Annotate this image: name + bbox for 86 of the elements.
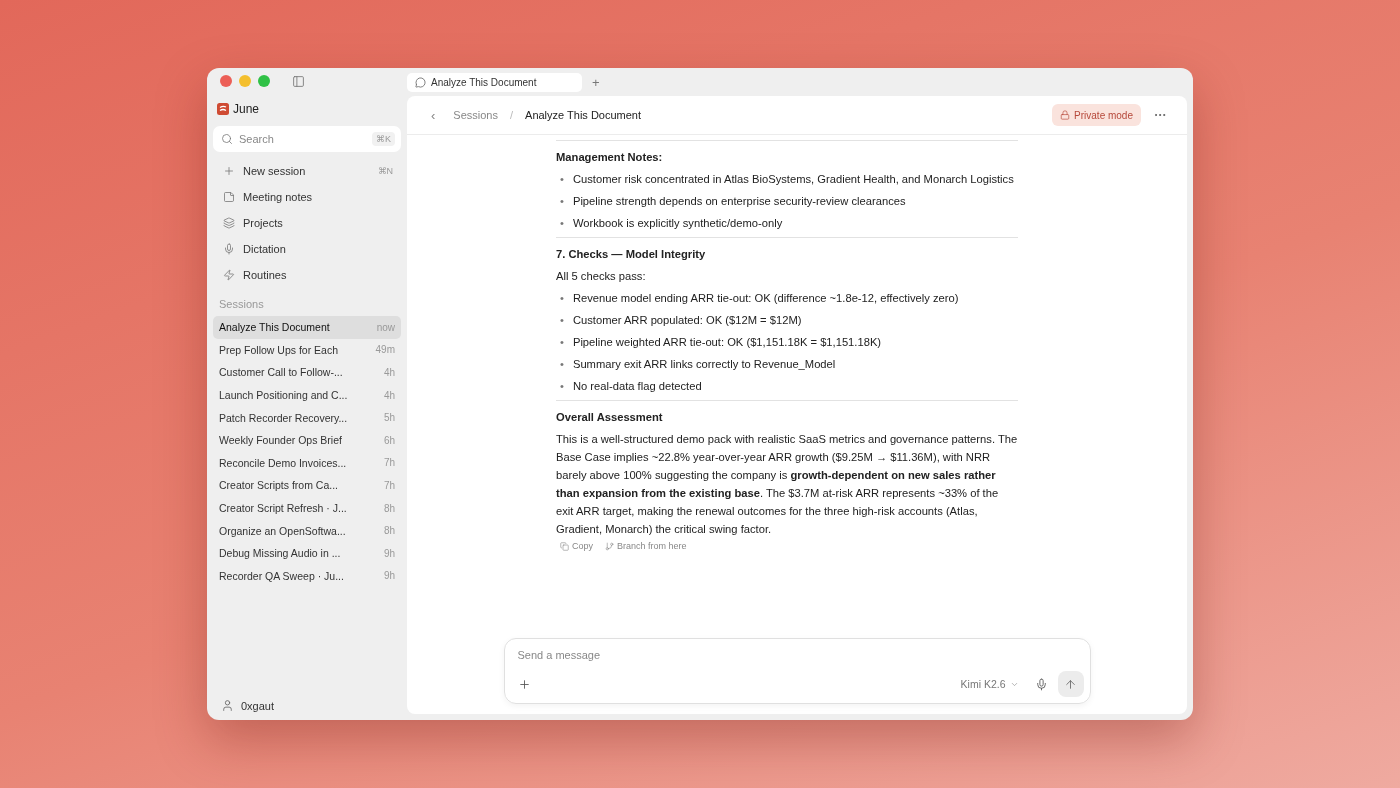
session-item[interactable]: Organize an OpenSoftwa... 8h [213,519,401,542]
search-field[interactable]: Search ⌘K [213,126,401,152]
section-heading: Overall Assessment [556,410,664,425]
microphone-icon [223,243,235,255]
back-button[interactable]: ‹ [431,107,436,123]
breadcrumb-current: Analyze This Document [525,109,641,121]
session-time: 8h [383,525,395,537]
nav-item[interactable]: Routines [213,262,401,288]
shortcut-label: ⌘N [377,166,393,176]
session-time: 6h [383,434,395,446]
bullet-marker: • [560,379,564,394]
breadcrumb-link[interactable]: Sessions [453,109,498,121]
lock-icon [1060,110,1071,120]
session-time: now [376,321,395,333]
send-button[interactable] [1057,671,1084,697]
bullet-marker: • [560,357,564,372]
session-time: 5h [383,412,395,424]
layers-icon [223,217,235,229]
section-heading: Sessions [219,298,265,310]
browser-tab[interactable]: Analyze This Document [407,72,582,92]
session-time: 7h [383,457,395,469]
branch-button[interactable]: Branch from here [605,541,687,551]
plus-icon [223,165,235,177]
zoom-button[interactable] [258,75,270,87]
paragraph: This is a well-structured demo pack with realistic SaaS metrics and governance patterns. The Base Case implies ~22.8% year-over-year ARR growth ($9.25M → $11.36M), with NRR barely above 100% suggesting the company is growth-dependent on new sales rather than expansion from the existing base. The $3.7M at-risk ARR represents ~33% of the exit ARR target, making the renewal outcomes for the three high-risk accounts (Atlas, Gradient, Monarch) the critical swing factor. [556,432,1018,537]
bullet-marker: • [560,291,564,306]
lightning-icon [223,269,235,281]
session-item[interactable]: Reconcile Demo Invoices... 7h [213,451,401,475]
bullet-item: Summary exit ARR links correctly to Revenue_Model [572,357,836,372]
note-icon [223,191,235,203]
bullet-item: Workbook is explicitly synthetic/demo-only [572,216,783,231]
arrow-up-icon [1064,677,1077,691]
microphone-icon[interactable] [1034,677,1048,691]
section-heading: Management Notes: [556,150,664,165]
breadcrumb-separator: / [510,109,514,121]
nav-item[interactable]: Dictation [213,236,401,262]
bullet-item: Revenue model ending ARR tie-out: OK (difference ~1.8e-12, effectively zero) [572,291,959,306]
section-heading: 7. Checks — Model Integrity [556,247,707,262]
session-item[interactable]: Customer Call to Follow-... 4h [213,361,401,384]
nav-item[interactable]: New session ⌘N [213,158,401,184]
copy-button[interactable]: Copy [560,541,593,551]
session-time: 7h [383,479,395,491]
session-item[interactable]: Prep Follow Ups for Each 49m [213,338,401,362]
bullet-marker: • [560,335,564,350]
branch-icon [605,541,614,551]
user-icon [221,699,234,712]
logo-icon [217,103,229,115]
bullet-item: Customer ARR populated: OK ($12M = $12M) [572,313,802,328]
bullet-marker: • [560,194,564,209]
new-tab-button[interactable]: + [592,74,600,90]
bullet-item: Pipeline strength depends on enterprise security-review clearances [572,194,906,209]
user-name[interactable]: 0xgaut [241,699,275,712]
bullet-marker: • [560,172,564,187]
chat-bubble-icon [415,76,426,88]
session-time: 9h [383,547,395,559]
model-selector[interactable]: Kimi K2.6 [954,677,1025,691]
nav-item[interactable]: Projects [213,210,401,236]
session-time: 49m [375,344,395,356]
session-item[interactable]: Analyze This Document now [213,316,401,339]
search-icon [221,133,233,145]
shortcut-label: ⌘K [372,132,395,146]
close-button[interactable] [220,75,232,87]
app-name: June [233,102,260,116]
session-item[interactable]: Weekly Founder Ops Brief 6h [213,428,401,452]
session-item[interactable]: Launch Positioning and C... 4h [213,383,401,407]
bullet-marker: • [560,313,564,328]
session-item[interactable]: Creator Scripts from Ca... 7h [213,474,401,497]
session-item[interactable]: Patch Recorder Recovery... 5h [213,406,401,429]
session-item[interactable]: Recorder QA Sweep · Ju... 9h [213,564,401,588]
minimize-button[interactable] [239,75,251,87]
bullet-item: Customer risk concentrated in Atlas BioSystems, Gradient Health, and Monarch Logistics [572,172,1014,187]
private-mode-button[interactable]: Private mode [1052,104,1141,126]
paragraph: All 5 checks pass: [556,269,647,284]
session-time: 4h [383,367,395,378]
session-item[interactable]: Debug Missing Audio in ... 9h [213,541,401,565]
sidebar-toggle-icon[interactable] [292,74,305,88]
copy-icon [560,541,569,551]
bullet-item: Pipeline weighted ARR tie-out: OK ($1,151.18K = $1,151.18K) [572,335,882,350]
plus-icon[interactable] [517,677,531,691]
bullet-marker: • [560,216,564,231]
bullet-item: No real-data flag detected [572,379,702,394]
session-time: 8h [383,502,395,514]
session-time: 9h [383,570,395,582]
session-time: 4h [383,389,395,401]
session-item[interactable]: Creator Script Refresh · J... 8h [213,496,401,520]
nav-item[interactable]: Meeting notes [213,184,401,210]
